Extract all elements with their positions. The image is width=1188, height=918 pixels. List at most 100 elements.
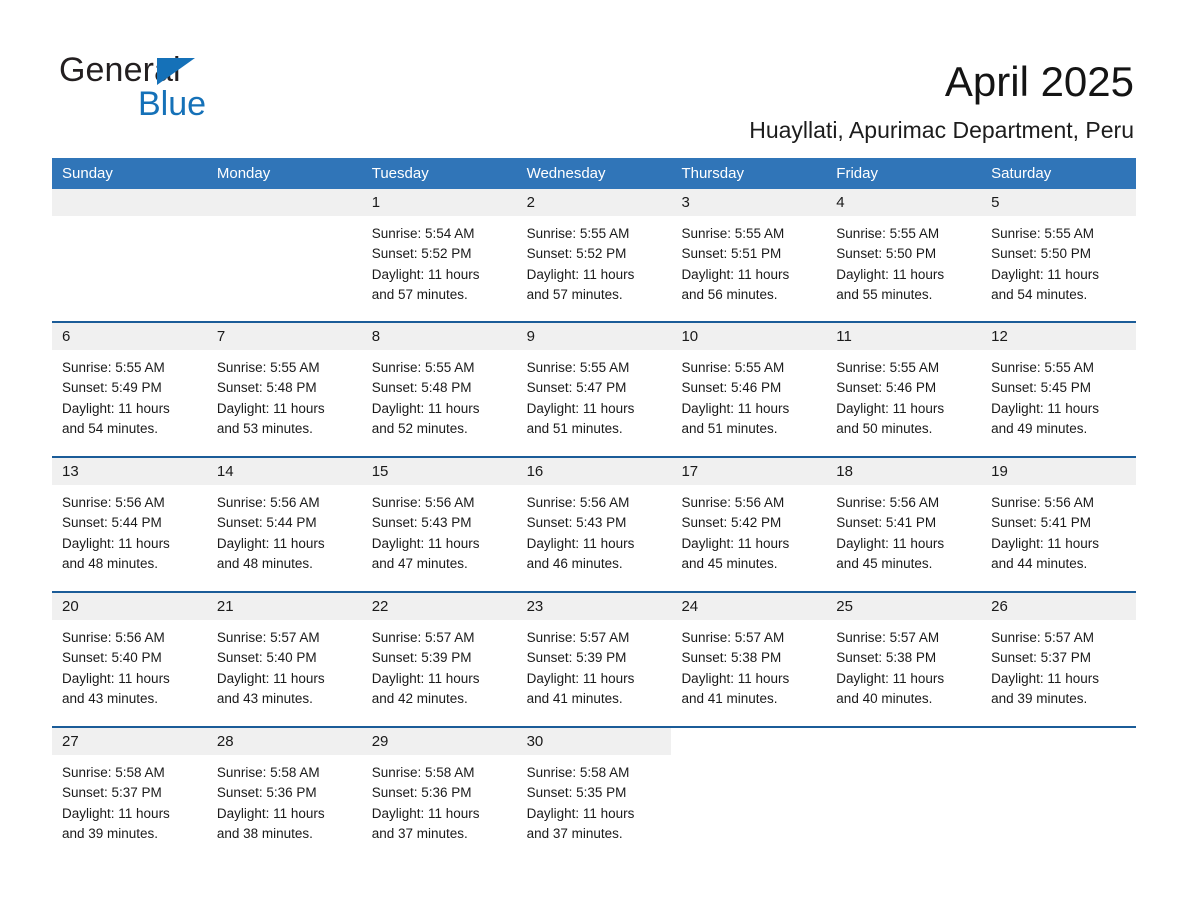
- day-details: Sunrise: 5:56 AM Sunset: 5:40 PM Daylight:…: [52, 620, 207, 709]
- calendar-blank-cell: [826, 728, 982, 861]
- calendar-day-cell[interactable]: 28 Sunrise: 5:58 AM Sunset: 5:36 PM Dayligh…: [206, 728, 362, 861]
- calendar-day-cell[interactable]: 27 Sunrise: 5:58 AM Sunset: 5:37 PM Dayligh…: [52, 728, 207, 861]
- day-details: Sunrise: 5:55 AM Sunset: 5:50 PM Daylight:…: [981, 216, 1136, 305]
- day-details: Sunrise: 5:58 AM Sunset: 5:36 PM Daylight:…: [362, 755, 517, 844]
- daylight-duration-line1: Daylight: 11 hours: [681, 535, 790, 551]
- daylight-duration-line1: Daylight: 11 hours: [991, 670, 1099, 686]
- day-details: Sunrise: 5:56 AM Sunset: 5:41 PM Daylight:…: [826, 485, 981, 574]
- weekday-header-row: Sunday Monday Tuesday Wednesday Thursday…: [52, 158, 1136, 189]
- daylight-duration-line2: and 49 minutes.: [991, 420, 1088, 436]
- calendar-day-cell[interactable]: 19 Sunrise: 5:56 AM Sunset: 5:41 PM Dayligh…: [981, 458, 1137, 591]
- sunrise-time: Sunrise: 5:57 AM: [371, 630, 475, 645]
- calendar-day-cell[interactable]: 7 Sunrise: 5:55 AM Sunset: 5:48 PM Daylight…: [206, 323, 362, 456]
- daylight-duration-line2: and 54 minutes.: [991, 286, 1088, 302]
- day-number: [52, 189, 207, 216]
- daylight-duration-line1: Daylight: 11 hours: [681, 670, 790, 686]
- sunset-time: Sunset: 5:48 PM: [371, 380, 472, 396]
- calendar-day-cell[interactable]: 9 Sunrise: 5:55 AM Sunset: 5:47 PM Daylight…: [516, 323, 672, 456]
- calendar-day-cell[interactable]: 13 Sunrise: 5:56 AM Sunset: 5:44 PM Dayligh…: [52, 458, 207, 591]
- day-number: 9: [516, 323, 672, 350]
- daylight-duration-line1: Daylight: 11 hours: [836, 670, 945, 686]
- daylight-duration-line1: Daylight: 11 hours: [991, 535, 1099, 551]
- day-details: Sunrise: 5:55 AM Sunset: 5:45 PM Daylight:…: [981, 350, 1136, 439]
- calendar-day-cell[interactable]: 10 Sunrise: 5:55 AM Sunset: 5:46 PM Dayligh…: [671, 323, 827, 456]
- general-blue-logo[interactable]: General Blue: [59, 50, 259, 132]
- weekday-header-sunday: Sunday: [62, 165, 113, 182]
- day-details: Sunrise: 5:54 AM Sunset: 5:52 PM Daylight:…: [362, 216, 517, 305]
- calendar-blank-cell: [981, 728, 1137, 861]
- day-number: 10: [671, 323, 827, 350]
- logo-text-blue: Blue: [138, 85, 207, 123]
- calendar-day-cell[interactable]: 17 Sunrise: 5:56 AM Sunset: 5:42 PM Dayligh…: [671, 458, 827, 591]
- daylight-duration-line2: and 41 minutes.: [526, 690, 623, 706]
- sunset-time: Sunset: 5:52 PM: [526, 246, 627, 262]
- sunrise-time: Sunrise: 5:55 AM: [526, 226, 630, 241]
- calendar-day-cell[interactable]: 24 Sunrise: 5:57 AM Sunset: 5:38 PM Dayligh…: [671, 593, 827, 726]
- sunrise-time: Sunrise: 5:58 AM: [526, 765, 630, 780]
- daylight-duration-line1: Daylight: 11 hours: [216, 805, 325, 821]
- day-details: Sunrise: 5:57 AM Sunset: 5:37 PM Daylight:…: [981, 620, 1136, 709]
- day-details: Sunrise: 5:55 AM Sunset: 5:48 PM Daylight:…: [207, 350, 362, 439]
- calendar-day-cell[interactable]: 23 Sunrise: 5:57 AM Sunset: 5:39 PM Dayligh…: [516, 593, 672, 726]
- daylight-duration-line2: and 37 minutes.: [526, 825, 623, 841]
- sunset-time: Sunset: 5:39 PM: [526, 650, 627, 666]
- calendar-day-cell[interactable]: 25 Sunrise: 5:57 AM Sunset: 5:38 PM Dayligh…: [826, 593, 982, 726]
- daylight-duration-line2: and 45 minutes.: [836, 555, 933, 571]
- day-details: Sunrise: 5:56 AM Sunset: 5:44 PM Daylight:…: [207, 485, 362, 574]
- calendar-day-cell[interactable]: 26 Sunrise: 5:57 AM Sunset: 5:37 PM Dayligh…: [981, 593, 1137, 726]
- calendar-day-cell[interactable]: 14 Sunrise: 5:56 AM Sunset: 5:44 PM Dayligh…: [206, 458, 362, 591]
- day-details: Sunrise: 5:56 AM Sunset: 5:42 PM Daylight:…: [671, 485, 826, 574]
- day-number: 1: [361, 189, 517, 216]
- daylight-duration-line2: and 38 minutes.: [216, 825, 313, 841]
- day-number: 6: [52, 323, 207, 350]
- weekday-header-saturday: Saturday: [991, 165, 1052, 182]
- day-details: Sunrise: 5:56 AM Sunset: 5:44 PM Daylight:…: [52, 485, 207, 574]
- sunset-time: Sunset: 5:46 PM: [681, 380, 782, 396]
- calendar-week-row: 13 Sunrise: 5:56 AM Sunset: 5:44 PM Dayligh…: [52, 456, 1137, 591]
- calendar-week-row: 27 Sunrise: 5:58 AM Sunset: 5:37 PM Dayligh…: [52, 726, 1137, 861]
- calendar-day-cell[interactable]: 29 Sunrise: 5:58 AM Sunset: 5:36 PM Dayligh…: [361, 728, 517, 861]
- calendar-day-cell[interactable]: 15 Sunrise: 5:56 AM Sunset: 5:43 PM Dayligh…: [361, 458, 517, 591]
- sunset-time: Sunset: 5:47 PM: [526, 380, 627, 396]
- calendar-week-row: 6 Sunrise: 5:55 AM Sunset: 5:49 PM Daylight…: [52, 321, 1137, 456]
- calendar-day-cell[interactable]: 5 Sunrise: 5:55 AM Sunset: 5:50 PM Daylight…: [981, 189, 1137, 321]
- day-number: 26: [981, 593, 1137, 620]
- sunset-time: Sunset: 5:50 PM: [836, 246, 937, 262]
- calendar-day-cell[interactable]: 12 Sunrise: 5:55 AM Sunset: 5:45 PM Dayligh…: [981, 323, 1137, 456]
- calendar-day-cell[interactable]: 6 Sunrise: 5:55 AM Sunset: 5:49 PM Daylight…: [52, 323, 207, 456]
- daylight-duration-line2: and 46 minutes.: [526, 555, 623, 571]
- daylight-duration-line1: Daylight: 11 hours: [371, 535, 480, 551]
- calendar-day-cell[interactable]: 2 Sunrise: 5:55 AM Sunset: 5:52 PM Daylight…: [516, 189, 672, 321]
- sunrise-time: Sunrise: 5:55 AM: [681, 226, 785, 241]
- calendar-day-cell[interactable]: 11 Sunrise: 5:55 AM Sunset: 5:46 PM Dayligh…: [826, 323, 982, 456]
- calendar-day-cell[interactable]: 16 Sunrise: 5:56 AM Sunset: 5:43 PM Dayligh…: [516, 458, 672, 591]
- sunrise-time: Sunrise: 5:55 AM: [681, 360, 785, 375]
- sunrise-time: Sunrise: 5:58 AM: [62, 765, 165, 780]
- calendar-day-cell[interactable]: 20 Sunrise: 5:56 AM Sunset: 5:40 PM Dayligh…: [52, 593, 207, 726]
- calendar-day-cell[interactable]: 3 Sunrise: 5:55 AM Sunset: 5:51 PM Daylight…: [671, 189, 827, 321]
- daylight-duration-line1: Daylight: 11 hours: [681, 400, 790, 416]
- calendar-day-cell[interactable]: 30 Sunrise: 5:58 AM Sunset: 5:35 PM Dayligh…: [516, 728, 672, 861]
- calendar-blank-cell: [671, 728, 827, 861]
- sunset-time: Sunset: 5:36 PM: [216, 785, 317, 801]
- daylight-duration-line1: Daylight: 11 hours: [62, 535, 170, 551]
- weekday-header-thursday: Thursday: [681, 165, 744, 182]
- daylight-duration-line1: Daylight: 11 hours: [371, 400, 480, 416]
- daylight-duration-line1: Daylight: 11 hours: [62, 400, 170, 416]
- calendar-day-cell[interactable]: 1 Sunrise: 5:54 AM Sunset: 5:52 PM Daylight…: [361, 189, 517, 321]
- calendar-day-cell[interactable]: 4 Sunrise: 5:55 AM Sunset: 5:50 PM Daylight…: [826, 189, 982, 321]
- calendar-day-cell[interactable]: 22 Sunrise: 5:57 AM Sunset: 5:39 PM Dayligh…: [361, 593, 517, 726]
- daylight-duration-line1: Daylight: 11 hours: [62, 805, 170, 821]
- sunrise-time: Sunrise: 5:55 AM: [526, 360, 630, 375]
- calendar-day-cell[interactable]: 21 Sunrise: 5:57 AM Sunset: 5:40 PM Dayligh…: [206, 593, 362, 726]
- day-details: Sunrise: 5:56 AM Sunset: 5:43 PM Daylight:…: [517, 485, 672, 574]
- day-number: 25: [826, 593, 982, 620]
- sunset-time: Sunset: 5:37 PM: [991, 650, 1091, 666]
- calendar-week-row: 20 Sunrise: 5:56 AM Sunset: 5:40 PM Dayligh…: [52, 591, 1137, 726]
- calendar-day-cell[interactable]: 18 Sunrise: 5:56 AM Sunset: 5:41 PM Dayligh…: [826, 458, 982, 591]
- day-details: Sunrise: 5:57 AM Sunset: 5:39 PM Daylight:…: [517, 620, 672, 709]
- day-details: Sunrise: 5:58 AM Sunset: 5:36 PM Daylight:…: [207, 755, 362, 844]
- sunset-time: Sunset: 5:42 PM: [681, 515, 782, 531]
- calendar-day-cell[interactable]: 8 Sunrise: 5:55 AM Sunset: 5:48 PM Daylight…: [361, 323, 517, 456]
- daylight-duration-line1: Daylight: 11 hours: [371, 670, 480, 686]
